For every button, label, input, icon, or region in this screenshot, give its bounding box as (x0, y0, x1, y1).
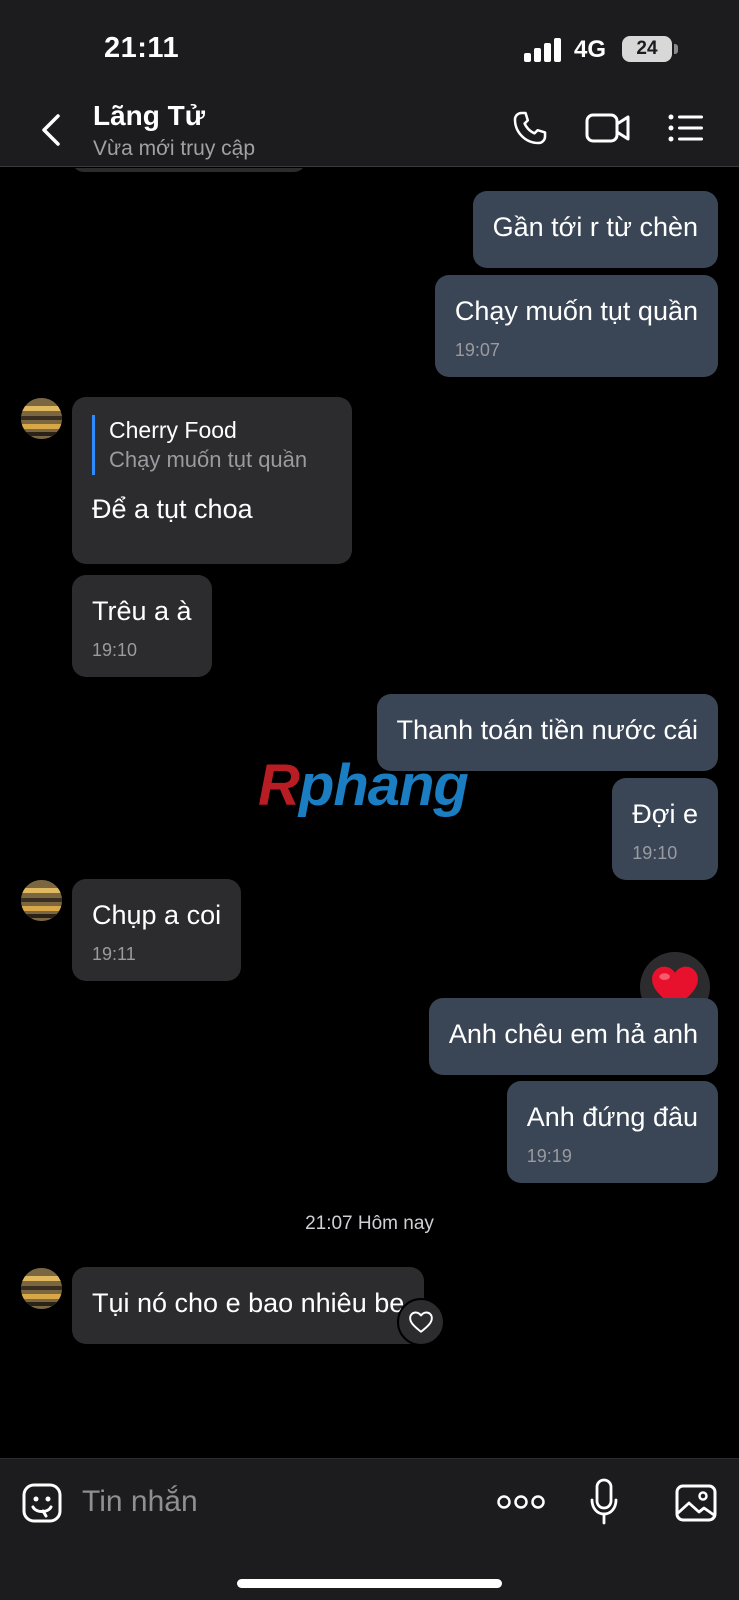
status-bar: 21:11 4G 24 (0, 0, 739, 92)
menu-icon (668, 114, 703, 142)
video-call-button[interactable] (583, 108, 633, 148)
image-button[interactable] (674, 1481, 718, 1525)
message-bubble-out[interactable]: Gần tới r từ chèn (472, 191, 718, 268)
message-bubble-in[interactable]: Trêu a à 19:10 (72, 575, 212, 677)
battery-tip (674, 44, 678, 54)
avatar[interactable] (21, 398, 62, 439)
contact-name[interactable]: Lãng Tử (93, 100, 205, 132)
quote-text: Chạy muốn tụt quần (109, 447, 308, 472)
message-input[interactable]: Tin nhắn (82, 1485, 198, 1519)
message-text: Thanh toán tiền nước cái (396, 715, 698, 745)
home-indicator (237, 1579, 502, 1588)
avatar[interactable] (21, 880, 62, 921)
mic-icon (590, 1478, 618, 1525)
message-time: 19:10 (632, 843, 678, 863)
message-text: Chụp a coi (92, 900, 222, 930)
react-button[interactable] (397, 1298, 445, 1346)
more-icon (497, 1495, 545, 1509)
sticker-button[interactable] (20, 1481, 64, 1525)
contact-status: Vừa mới truy cập (93, 137, 256, 160)
voice-button[interactable] (588, 1477, 620, 1527)
message-bubble-out[interactable]: Anh đứng đâu 19:19 (506, 1081, 718, 1183)
message-time: 19:07 (454, 340, 500, 360)
message-text: Đợi e (632, 799, 698, 829)
message-input-bar: Tin nhắn (0, 1458, 739, 1600)
message-bubble-in[interactable]: Chụp a coi 19:11 (72, 879, 242, 981)
status-time: 21:11 (104, 32, 180, 64)
video-icon (585, 113, 630, 143)
message-text: Tụi nó cho e bao nhiêu be (92, 1288, 405, 1318)
avatar[interactable] (21, 1268, 62, 1309)
message-time: 19:11 (92, 944, 136, 964)
message-text: Để a tụt choa (92, 494, 253, 524)
more-button[interactable] (496, 1487, 546, 1517)
message-bubble-in-reply[interactable]: Cherry Food Chạy muốn tụt quần Để a tụt … (72, 397, 352, 564)
chat-header: Lãng Tử Vừa mới truy cập (0, 92, 739, 167)
back-icon (42, 114, 60, 146)
like-heart-icon (409, 1311, 433, 1333)
message-text: Chạy muốn tụt quần (454, 296, 698, 326)
battery-icon: 24 (622, 36, 672, 62)
message-text: Anh đứng đâu (526, 1102, 698, 1132)
message-bubble-out[interactable]: Chạy muốn tụt quần 19:07 (434, 275, 718, 377)
message-text: Trêu a à (92, 596, 192, 626)
image-icon (675, 1484, 717, 1522)
call-button[interactable] (508, 108, 552, 148)
network-type: 4G (574, 36, 607, 63)
message-time: 19:10 (92, 640, 138, 660)
message-bubble-in[interactable]: Tụi nó cho e bao nhiêu be (72, 1267, 425, 1344)
quote-sender: Cherry Food (109, 417, 237, 443)
watermark-logo: Rphang (258, 753, 469, 818)
date-separator: 21:07 Hôm nay (305, 1213, 434, 1234)
reply-quote[interactable]: Cherry Food Chạy muốn tụt quần (92, 415, 332, 475)
sticker-icon (22, 1483, 62, 1523)
message-bubble-out[interactable]: Đợi e 19:10 (612, 778, 718, 880)
signal-icon (524, 38, 564, 62)
message-text: Anh chêu em hả anh (448, 1019, 698, 1049)
message-text: Gần tới r từ chèn (492, 212, 698, 242)
message-bubble-out[interactable]: Anh chêu em hả anh (428, 998, 718, 1075)
menu-button[interactable] (664, 108, 708, 148)
chat-area[interactable]: Gần tới r từ chèn Chạy muốn tụt quần 19:… (0, 168, 739, 1458)
back-button[interactable] (34, 110, 68, 150)
message-time: 19:19 (526, 1146, 572, 1166)
phone-icon (513, 111, 547, 145)
partial-message-bubble[interactable] (72, 168, 306, 172)
